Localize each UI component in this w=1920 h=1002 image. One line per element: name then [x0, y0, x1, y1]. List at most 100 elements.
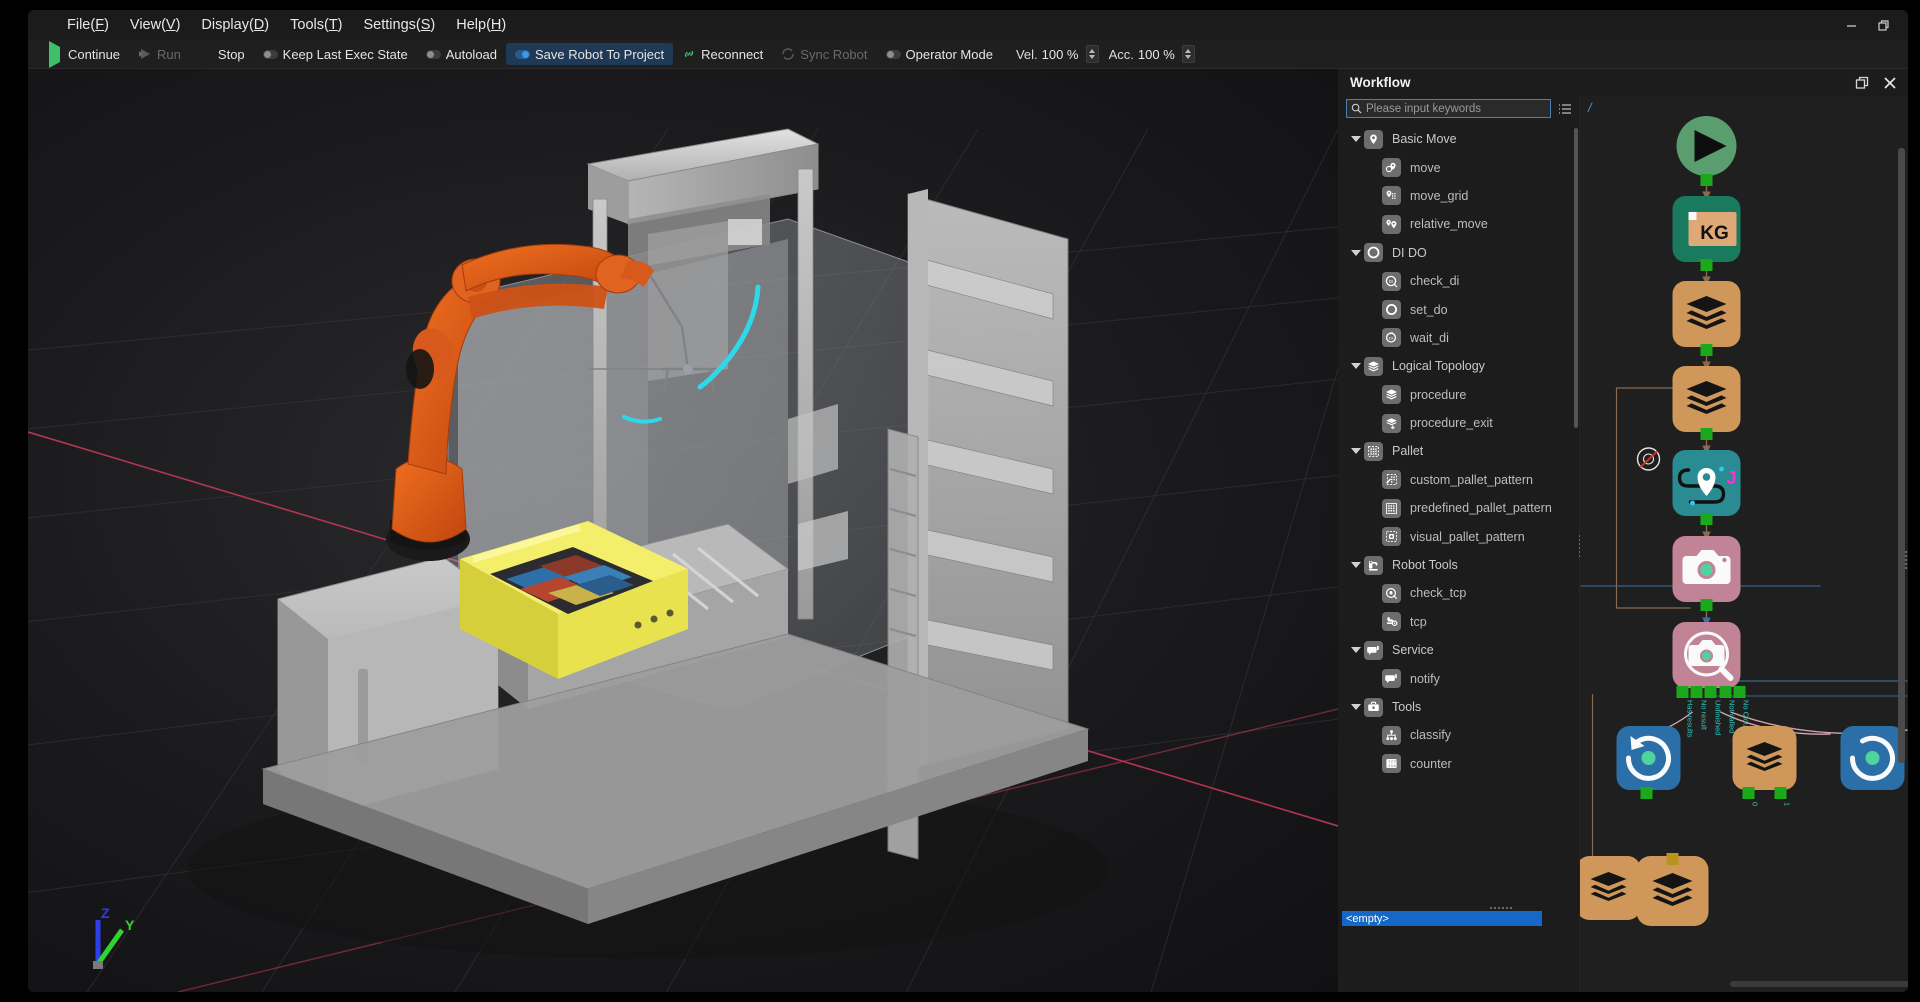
tree-group-logical-topology[interactable]: Logical Topology [1338, 352, 1579, 380]
tree-node-label: Service [1392, 643, 1434, 658]
menu-item-tools[interactable]: Tools(T) [281, 14, 351, 36]
sync-robot-button[interactable]: Sync Robot [772, 43, 876, 65]
relative-pin-icon [1382, 214, 1401, 234]
tree-group-robot-tools[interactable]: Robot Tools [1338, 551, 1579, 579]
keep-last-exec-state-toggle[interactable]: Keep Last Exec State [254, 43, 417, 65]
tree-item-visual-pallet-pattern[interactable]: visual_pallet_pattern [1338, 522, 1579, 550]
restore-panel-icon[interactable] [1852, 73, 1872, 93]
procedure-icon [1382, 385, 1401, 405]
menu-item-file[interactable]: File(F) [58, 14, 118, 36]
acceleration-spin-buttons[interactable] [1181, 45, 1195, 63]
tree-group-pallet[interactable]: Pallet [1338, 437, 1579, 465]
tree-group-tools[interactable]: Tools [1338, 693, 1579, 721]
3d-viewport[interactable]: Z Y [28, 69, 1338, 992]
graph-scrollbar-horizontal[interactable] [1730, 981, 1908, 987]
predefined-pallet-icon [1382, 498, 1401, 518]
tree-node-label: Logical Topology [1392, 359, 1485, 374]
chevron-down-icon[interactable] [1348, 136, 1364, 143]
tree-item-custom-pallet-pattern[interactable]: custom_pallet_pattern [1338, 466, 1579, 494]
workflow-panel-header: Workflow [1338, 69, 1908, 96]
workflow-graph-canvas[interactable]: / KG J Has results No result Unfinished … [1580, 96, 1908, 992]
tree-node-label: visual_pallet_pattern [1410, 529, 1525, 544]
run-button[interactable]: Run [129, 43, 190, 65]
stop-icon [199, 47, 213, 61]
search-box[interactable] [1346, 99, 1551, 118]
chevron-down-icon[interactable] [1348, 562, 1364, 569]
status-field[interactable]: <empty> [1342, 911, 1542, 926]
workflow-panel: Workflow Please input keywords Basic Mov… [1338, 69, 1908, 992]
move-pin-icon [1382, 158, 1401, 178]
robot-cell-scene [188, 128, 1108, 959]
tree-item-procedure-exit[interactable]: procedure_exit [1338, 409, 1579, 437]
chevron-down-icon[interactable] [1348, 363, 1364, 370]
tree-group-service[interactable]: Service [1338, 636, 1579, 664]
chevron-down-icon[interactable] [1348, 448, 1364, 455]
reconnect-button[interactable]: Reconnect [673, 43, 772, 65]
graph-node-start [1676, 116, 1737, 176]
svg-text:Has results: Has results [1686, 700, 1695, 738]
wait-di-icon: DI [1382, 328, 1401, 348]
grid-pin-icon [1382, 186, 1401, 206]
tree-node-label: tcp [1410, 614, 1427, 629]
application-window: File(F) View(V) Display(D) Tools(T) Settings… [28, 10, 1908, 992]
tree-group-di-do[interactable]: DI DO [1338, 239, 1579, 267]
toggle-switch-icon [262, 49, 278, 59]
tree-node-label: wait_di [1410, 330, 1449, 345]
tree-item-classify[interactable]: classify [1338, 721, 1579, 749]
list-view-icon[interactable] [1557, 101, 1573, 117]
tree-item-move-grid[interactable]: move_grid [1338, 182, 1579, 210]
operator-mode-toggle[interactable]: Operator Mode [877, 43, 1002, 65]
svg-text:DI: DI [1389, 336, 1393, 341]
tree-item-procedure[interactable]: procedure [1338, 381, 1579, 409]
svg-text:DI: DI [1389, 279, 1393, 284]
menu-item-settings[interactable]: Settings(S) [355, 14, 445, 36]
tree-node-label: predefined_pallet_pattern [1410, 501, 1552, 516]
tree-item-relative-move[interactable]: relative_move [1338, 210, 1579, 238]
acceleration-stepper[interactable]: Acc. 100 % [1109, 45, 1195, 63]
menu-item-display[interactable]: Display(D) [192, 14, 278, 36]
close-icon[interactable] [1880, 73, 1900, 93]
minimize-icon[interactable] [1836, 12, 1866, 38]
tree-node-label: procedure [1410, 387, 1467, 402]
continue-button[interactable]: Continue [40, 41, 129, 68]
tree-item-wait-di[interactable]: DI wait_di [1338, 324, 1579, 352]
autoload-toggle[interactable]: Autoload [417, 43, 506, 65]
workflow-graph[interactable]: KG J Has results No result Unfinished No… [1580, 96, 1908, 992]
svg-text:Unfinished: Unfinished [1714, 700, 1723, 735]
tree-item-set-do[interactable]: set_do [1338, 295, 1579, 323]
tree-item-notify[interactable]: notify [1338, 664, 1579, 692]
tree-item-counter[interactable]: 1 2 3 4 5 6 counter [1338, 750, 1579, 778]
graph-splitter-handle[interactable] [1905, 551, 1907, 569]
stop-button[interactable]: Stop [190, 43, 254, 65]
restore-icon[interactable] [1868, 12, 1898, 38]
custom-pallet-icon [1382, 470, 1401, 490]
search-input[interactable] [1366, 102, 1546, 115]
tree-item-predefined-pallet-pattern[interactable]: predefined_pallet_pattern [1338, 494, 1579, 522]
node-library-tree[interactable]: Basic Move move move_grid relative_move DI D… [1338, 123, 1579, 992]
tree-node-label: notify [1410, 671, 1440, 686]
velocity-spin-buttons[interactable] [1085, 45, 1099, 63]
tree-item-check-tcp[interactable]: check_tcp [1338, 579, 1579, 607]
axis-z-label: Z [101, 905, 110, 921]
tree-scrollbar[interactable] [1574, 128, 1578, 428]
graph-scrollbar-vertical[interactable] [1898, 148, 1905, 763]
svg-text:KG: KG [1700, 223, 1729, 244]
tree-node-label: move_grid [1410, 188, 1469, 203]
menu-item-view[interactable]: View(V) [121, 14, 190, 36]
procedure-exit-icon [1382, 413, 1401, 433]
tree-group-basic-move[interactable]: Basic Move [1338, 125, 1579, 153]
tree-item-move[interactable]: move [1338, 153, 1579, 181]
tree-node-label: custom_pallet_pattern [1410, 472, 1533, 487]
tree-item-check-di[interactable]: DI check_di [1338, 267, 1579, 295]
chevron-down-icon[interactable] [1348, 647, 1364, 654]
chevron-down-icon[interactable] [1348, 249, 1364, 256]
toggle-switch-icon [885, 49, 901, 59]
menu-item-help[interactable]: Help(H) [447, 14, 515, 36]
save-robot-to-project-toggle[interactable]: Save Robot To Project [506, 43, 674, 65]
velocity-stepper[interactable]: Vel. 100 % [1016, 45, 1099, 63]
tree-item-tcp[interactable]: tcp [1338, 608, 1579, 636]
graph-node-loop-1 [1616, 726, 1681, 790]
svg-text:4: 4 [1388, 764, 1390, 768]
tcp-icon [1382, 612, 1401, 632]
chevron-down-icon[interactable] [1348, 704, 1364, 710]
